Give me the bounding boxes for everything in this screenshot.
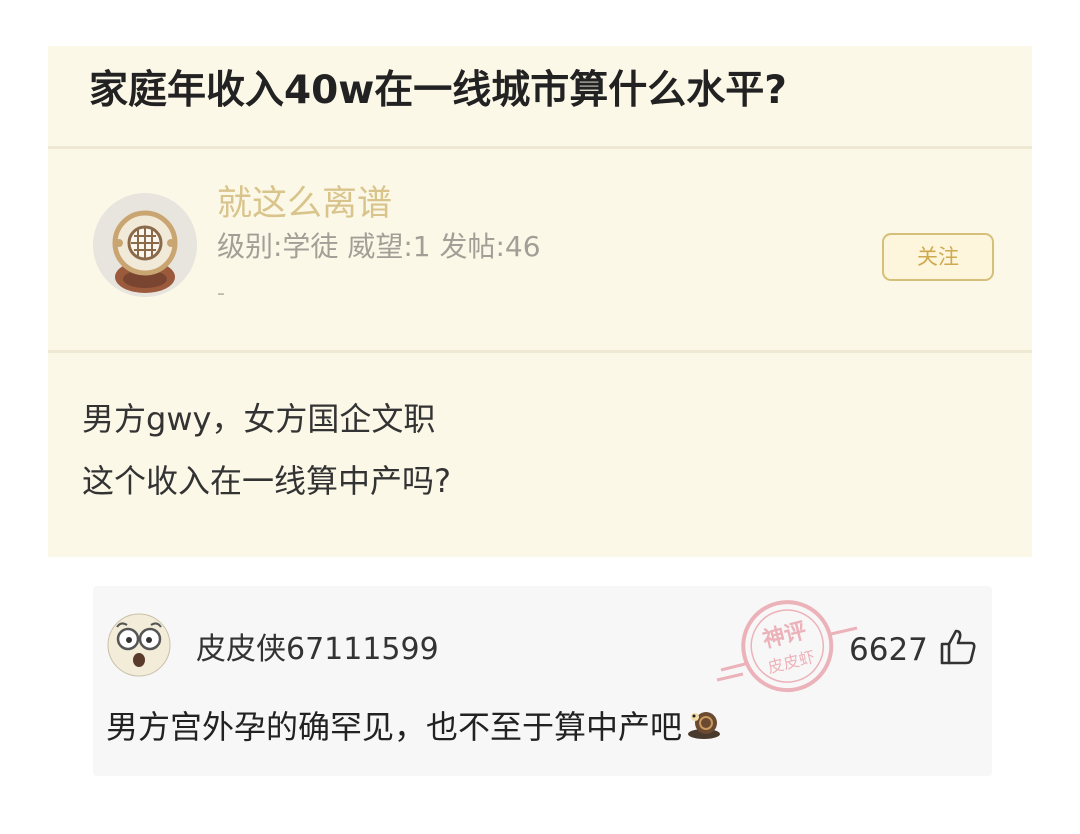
title-divider <box>48 146 1032 149</box>
post-title: 家庭年收入40w在一线城市算什么水平? <box>89 68 787 113</box>
comment-card: 皮皮侠67111599 神评 皮皮虾 6627 男方宫外孕的确罕见，也不至于算中… <box>93 586 992 776</box>
post-body: 男方gwy，女方国企文职 这个收入在一线算中产吗? <box>82 396 451 520</box>
author-signature: - <box>217 281 225 306</box>
thumbs-up-icon[interactable] <box>939 628 977 666</box>
snail-emoji-icon <box>688 712 721 739</box>
diving-helmet-icon <box>93 193 197 297</box>
post-card: 家庭年收入40w在一线城市算什么水平? 就这么离谱 级别:学徒 威望:1 发帖:… <box>48 46 1032 557</box>
stamp-line1: 神评 <box>760 617 809 653</box>
post-body-line: 男方gwy，女方国企文职 <box>82 400 436 438</box>
cartoon-face-icon <box>107 613 171 677</box>
featured-comment-stamp: 神评 皮皮虾 <box>716 600 858 693</box>
follow-button[interactable]: 关注 <box>882 233 994 281</box>
like-count: 6627 <box>849 632 928 668</box>
comment-text: 男方宫外孕的确罕见，也不至于算中产吧 <box>106 704 722 750</box>
author-name[interactable]: 就这么离谱 <box>217 180 392 228</box>
commenter-avatar[interactable] <box>107 613 171 677</box>
header-divider <box>48 350 1032 353</box>
comment-text-content: 男方宫外孕的确罕见，也不至于算中产吧 <box>106 708 683 746</box>
commenter-name[interactable]: 皮皮侠67111599 <box>196 630 439 670</box>
author-meta: 级别:学徒 威望:1 发帖:46 <box>217 230 541 263</box>
author-avatar[interactable] <box>93 193 197 297</box>
post-body-line: 这个收入在一线算中产吗? <box>82 462 451 500</box>
